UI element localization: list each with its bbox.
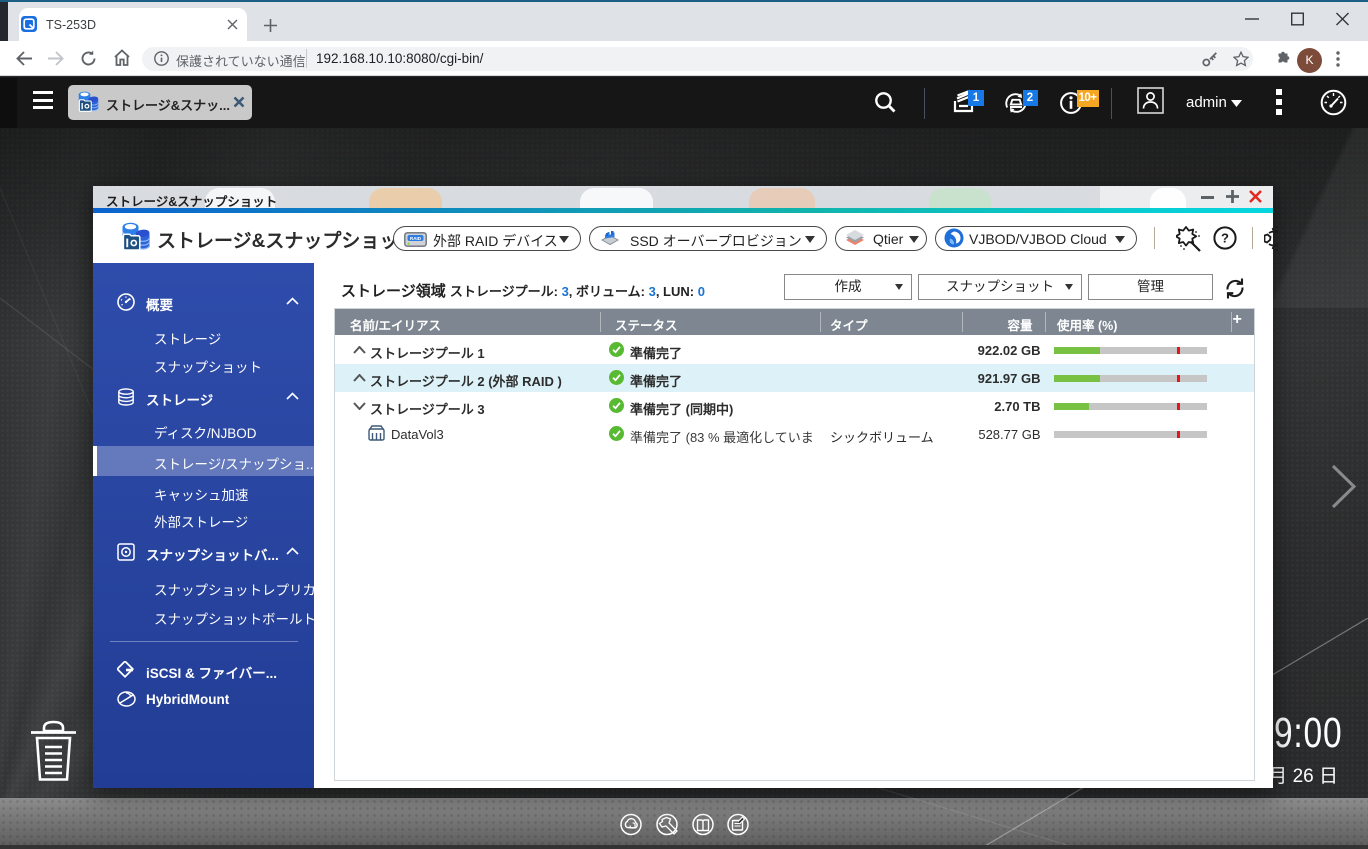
svg-text:RAID: RAID bbox=[410, 236, 422, 241]
svg-text:?: ? bbox=[1221, 231, 1229, 246]
